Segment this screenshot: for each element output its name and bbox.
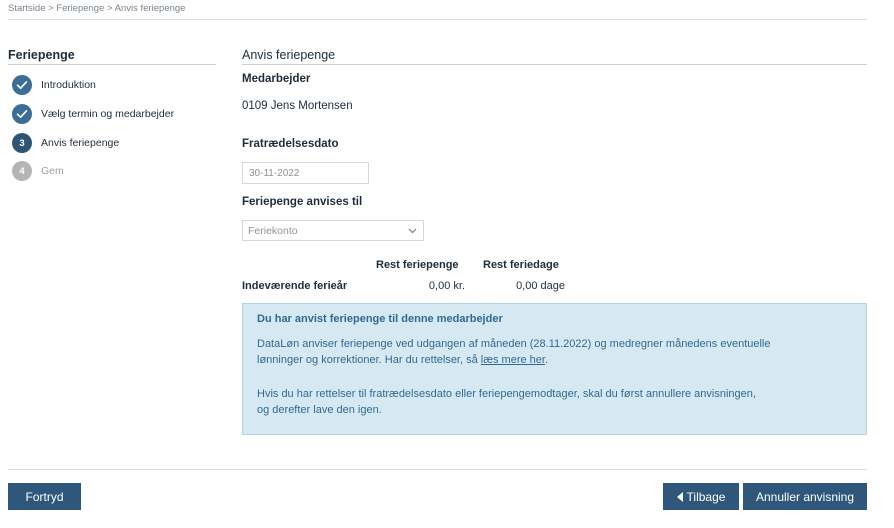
payout-select[interactable]: Feriekonto [242,220,424,241]
info-text: lønninger og korrektioner. Har du rettel… [257,354,481,366]
info-paragraph-1: DataLøn anviser feriepenge ved udgangen … [257,336,857,368]
step-label: Gem [41,165,64,177]
back-button[interactable]: Tilbage [663,483,739,510]
cancel-button-label: Fortryd [25,489,64,504]
step-gem: 4 Gem [12,161,64,181]
check-icon [12,75,32,95]
step-label: Anvis feriepenge [41,137,120,149]
info-text: DataLøn anviser feriepenge ved udgangen … [257,338,771,350]
rest-feriedage-value: 0,00 dage [516,280,565,292]
check-icon [12,104,32,124]
back-button-label: Tilbage [686,489,726,504]
sidebar-title: Feriepenge [8,48,75,62]
step-label: Introduktion [41,79,96,91]
read-more-link[interactable]: læs mere her [481,354,545,366]
info-paragraph-2: Hvis du har rettelser til fratrædelsesda… [257,386,857,418]
step-number: 3 [12,133,32,153]
chevron-down-icon [407,226,417,236]
info-text-line: lønninger og korrektioner. Har du rettel… [257,352,857,368]
cancel-button[interactable]: Fortryd [8,483,81,510]
step-introduktion[interactable]: Introduktion [12,75,96,95]
step-anvis-feriepenge: 3 Anvis feriepenge [12,133,119,153]
resignation-date-label: Fratrædelsesdato [242,138,339,150]
employee-value: 0109 Jens Mortensen [242,100,353,112]
annul-button[interactable]: Annuller anvisning [743,483,867,510]
main-divider [242,64,867,65]
sidebar-divider [8,64,216,65]
caret-left-icon [676,491,683,502]
info-text: og derefter lave den igen. [257,404,382,416]
info-text: . [544,354,549,366]
payout-label: Feriepenge anvises til [242,196,363,208]
header-rest-feriepenge: Rest feriepenge [376,259,459,271]
info-title: Du har anvist feriepenge til denne medar… [257,313,503,325]
info-box: Du har anvist feriepenge til denne medar… [242,303,867,435]
step-label: Vælg termin og medarbejder [41,108,175,120]
header-rest-feriedage: Rest feriedage [483,259,559,271]
bottom-divider [8,469,867,470]
breadcrumb: Startside > Feriepenge > Anvis feriepeng… [8,3,186,14]
rest-feriepenge-value: 0,00 kr. [428,280,465,292]
top-divider [8,19,867,20]
page-title: Anvis feriepenge [242,48,336,62]
step-vaelg-termin[interactable]: Vælg termin og medarbejder [12,104,174,124]
employee-label: Medarbejder [242,73,311,85]
info-text: Hvis du har rettelser til fratrædelsesda… [257,388,756,400]
annul-button-label: Annuller anvisning [755,489,855,504]
row-label: Indeværende ferieår [242,280,348,292]
step-number: 4 [12,161,32,181]
resignation-date-field[interactable] [242,162,369,184]
payout-select-value: Feriekonto [248,224,298,237]
